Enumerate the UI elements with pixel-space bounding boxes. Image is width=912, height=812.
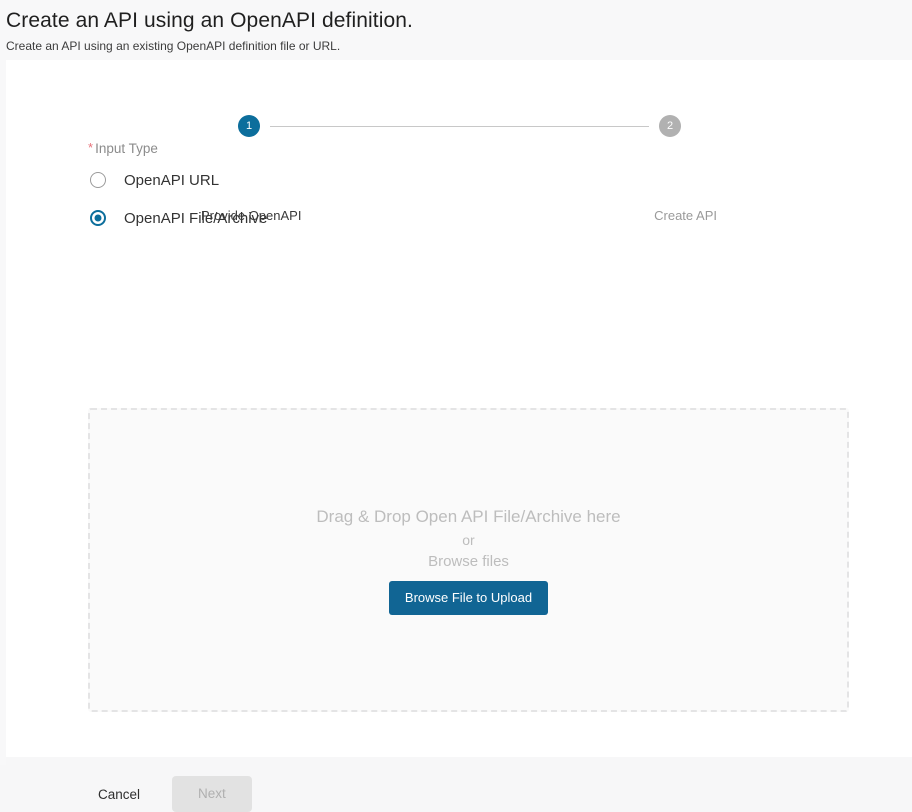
- radio-unselected-icon[interactable]: [90, 172, 106, 188]
- page-title: Create an API using an OpenAPI definitio…: [6, 9, 413, 32]
- dropzone-browse-text: Browse files: [428, 553, 509, 570]
- stepper-track: 1 2: [238, 115, 681, 137]
- radio-label-openapi-url: OpenAPI URL: [124, 171, 220, 189]
- dropzone-or-text: or: [462, 532, 475, 548]
- next-button: Next: [172, 776, 252, 812]
- step-label-create-api: Create API: [654, 208, 717, 223]
- wizard-stepper: 1 2 Provide OpenAPI Create API: [6, 60, 912, 223]
- required-asterisk-icon: *: [88, 140, 94, 155]
- step-connector-line: [270, 125, 649, 127]
- step-number-1: 1: [245, 119, 253, 132]
- footer-actions: Cancel Next: [88, 776, 252, 812]
- radio-selected-icon[interactable]: [90, 210, 106, 226]
- step-label-provide-openapi: Provide OpenAPI: [201, 208, 302, 223]
- input-type-label-text: Input Type: [95, 141, 158, 156]
- content-card: 1 2 Provide OpenAPI Create API * Input Ty…: [6, 60, 912, 812]
- step-circle-1[interactable]: 1: [238, 115, 260, 137]
- content-wrapper: 1 2 Provide OpenAPI Create API * Input Ty…: [0, 60, 912, 812]
- dropzone-primary-text: Drag & Drop Open API File/Archive here: [316, 507, 621, 526]
- page-subtitle: Create an API using an existing OpenAPI …: [6, 39, 341, 53]
- step-number-2: 2: [666, 119, 674, 132]
- browse-file-to-upload-button[interactable]: Browse File to Upload: [388, 581, 549, 615]
- file-dropzone[interactable]: Drag & Drop Open API File/Archive here o…: [88, 408, 849, 712]
- radio-option-openapi-url[interactable]: OpenAPI URL: [88, 164, 912, 196]
- cancel-button[interactable]: Cancel: [88, 779, 150, 810]
- input-type-label: * Input Type: [88, 140, 912, 158]
- step-labels: Provide OpenAPI Create API: [201, 208, 717, 223]
- step-circle-2[interactable]: 2: [659, 115, 681, 137]
- page-header: Create an API using an OpenAPI definitio…: [0, 0, 912, 60]
